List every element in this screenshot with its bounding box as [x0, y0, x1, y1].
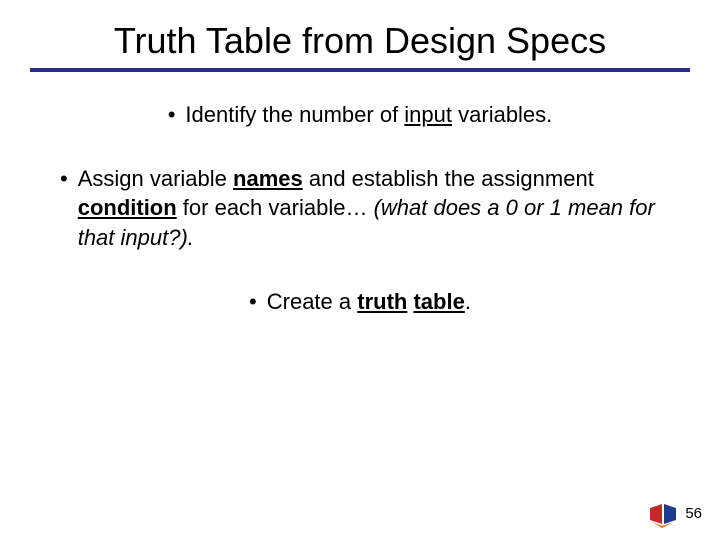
bullet-1-pre: Identify the number of: [185, 102, 404, 127]
slide-title: Truth Table from Design Specs: [0, 0, 720, 68]
bullet-3: • Create a truth table.: [60, 287, 660, 317]
bullet-3-u2: table: [413, 289, 464, 314]
bullet-marker: •: [60, 164, 68, 253]
page-number: 56: [685, 505, 702, 522]
bullet-marker: •: [168, 100, 176, 130]
bullet-2-u2: condition: [78, 195, 177, 220]
slide-logo-icon: [648, 502, 678, 528]
bullet-3-text: Create a truth table.: [267, 287, 471, 317]
slide-content: • Identify the number of input variables…: [0, 72, 720, 316]
bullet-marker: •: [249, 287, 257, 317]
bullet-1: • Identify the number of input variables…: [60, 100, 660, 130]
bullet-2-text: Assign variable names and establish the …: [78, 164, 660, 253]
bullet-3-t1: Create a: [267, 289, 358, 314]
bullet-2-t2: and establish the assignment: [303, 166, 594, 191]
bullet-2-u1: names: [233, 166, 303, 191]
bullet-3-t3: .: [465, 289, 471, 314]
bullet-2-t3: for each variable…: [177, 195, 374, 220]
bullet-2: • Assign variable names and establish th…: [60, 164, 660, 253]
bullet-1-text: Identify the number of input variables.: [185, 100, 552, 130]
bullet-3-u1: truth: [357, 289, 407, 314]
bullet-2-t1: Assign variable: [78, 166, 233, 191]
bullet-1-u1: input: [404, 102, 452, 127]
bullet-1-post: variables.: [452, 102, 552, 127]
